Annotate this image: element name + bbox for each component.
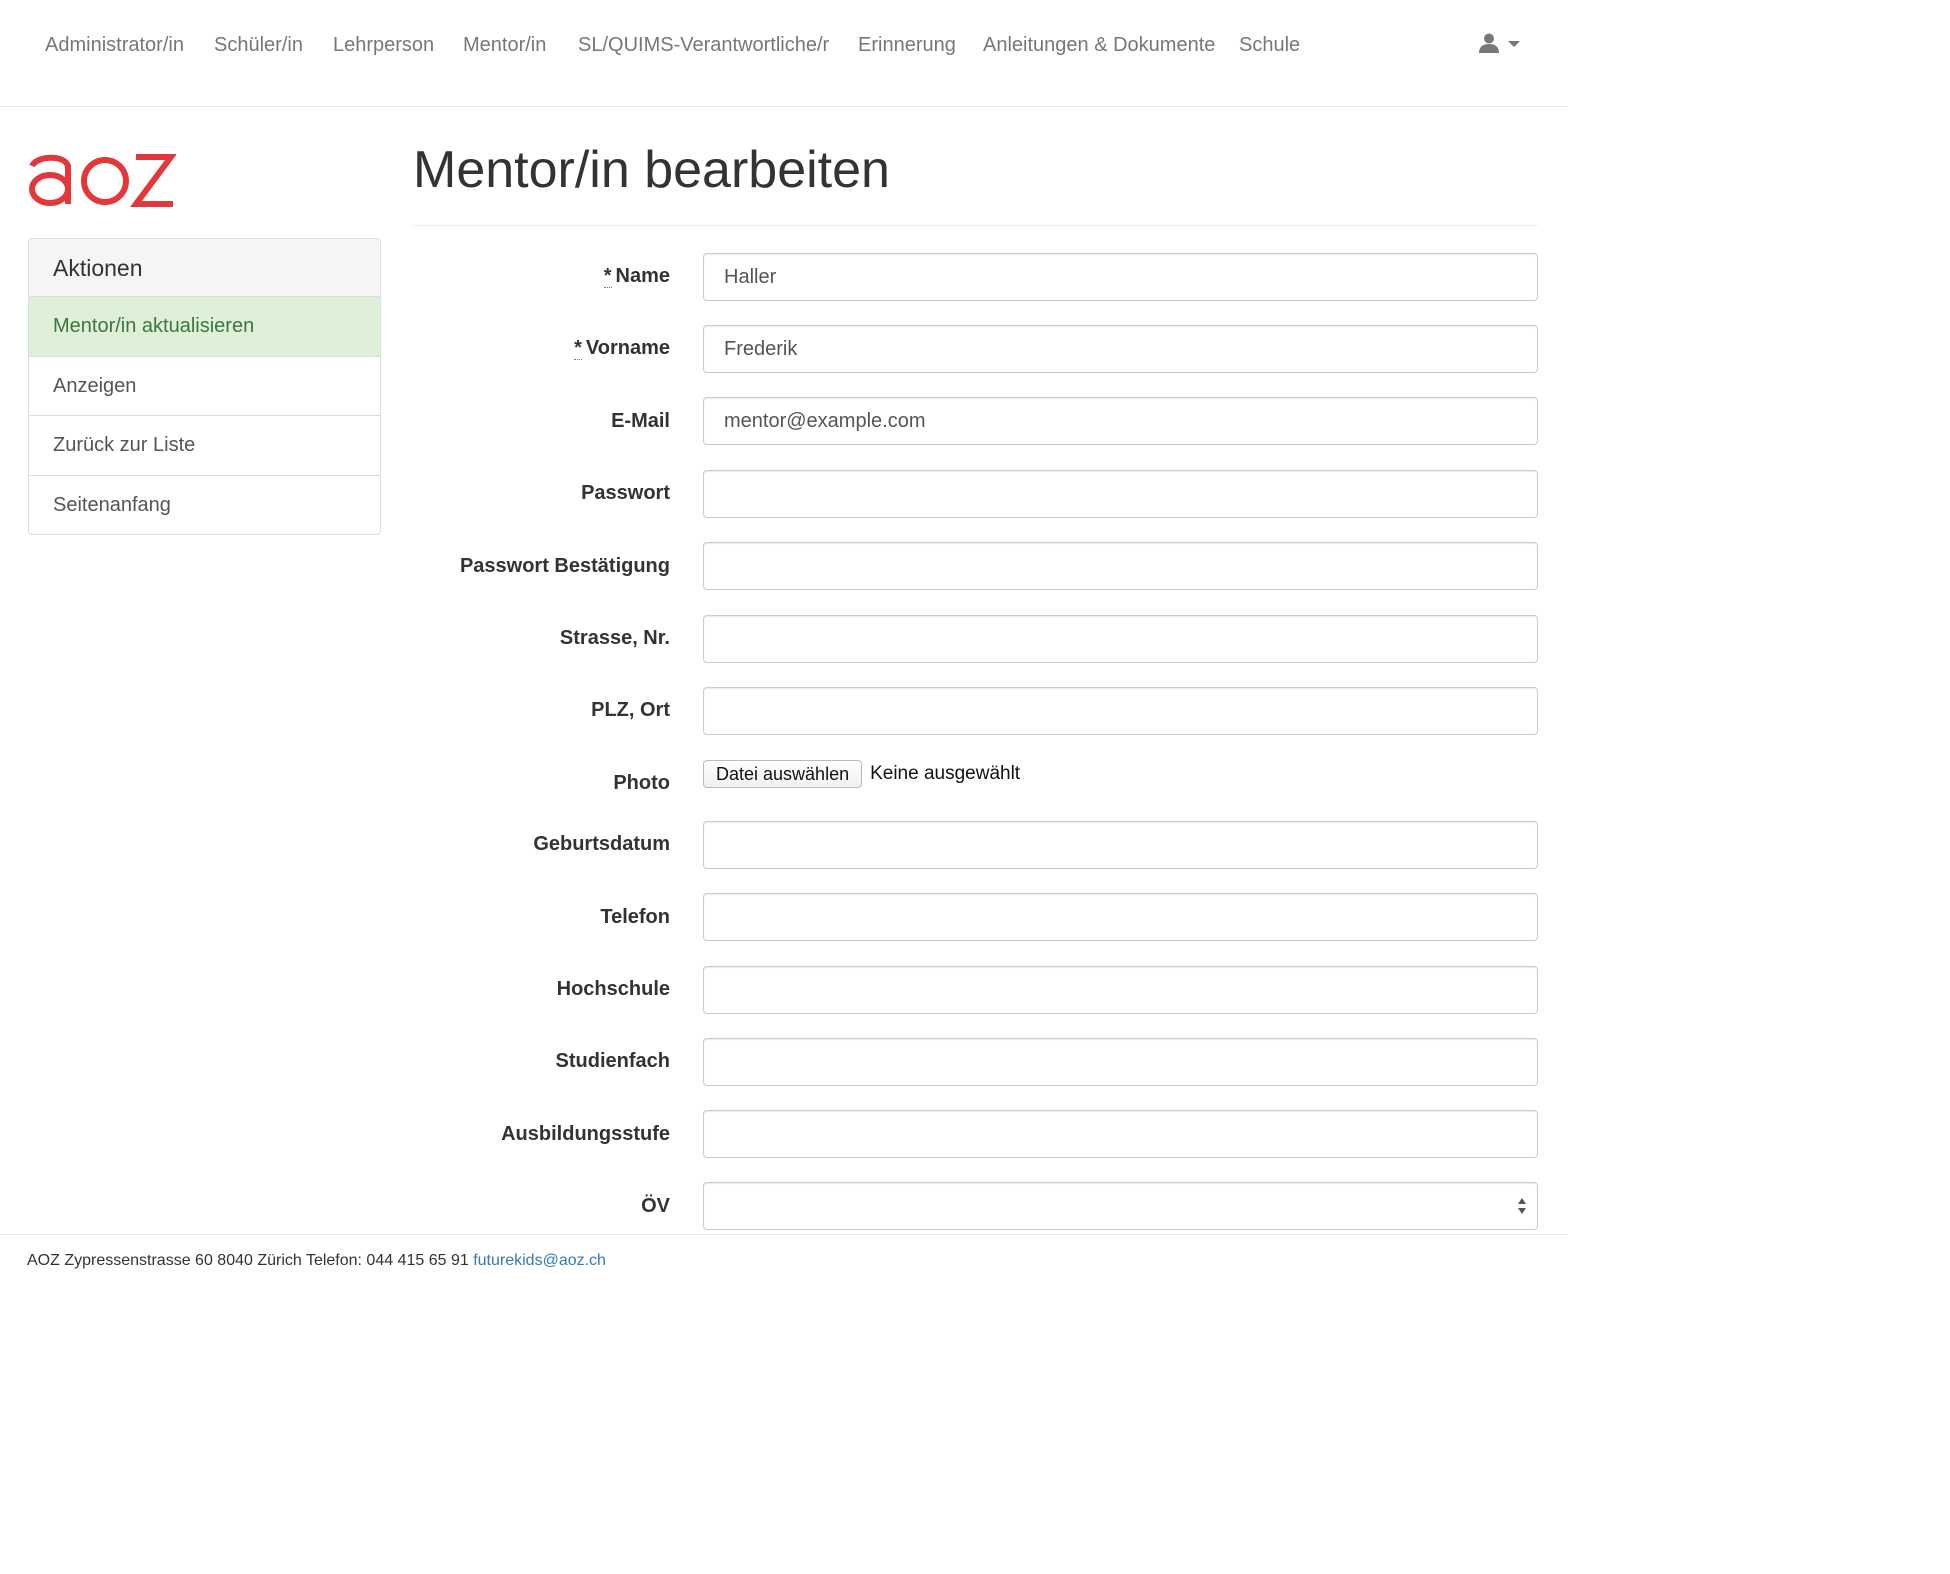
required-marker: * bbox=[574, 337, 582, 360]
photo-label: Photo bbox=[613, 772, 670, 794]
user-menu-dropdown[interactable] bbox=[1478, 32, 1520, 54]
public-transport-select[interactable] bbox=[703, 1182, 1538, 1230]
title-divider bbox=[413, 225, 1538, 226]
street-label: Strasse, Nr. bbox=[559, 627, 670, 649]
user-icon bbox=[1479, 33, 1499, 53]
phone-label: Telefon bbox=[600, 906, 670, 928]
actions-panel-heading: Aktionen bbox=[29, 239, 380, 297]
email-label: E-Mail bbox=[611, 410, 670, 432]
birthdate-field[interactable] bbox=[703, 821, 1538, 869]
nav-item-anleitungen[interactable]: Anleitungen & Dokumente bbox=[983, 34, 1215, 57]
nav-item-mentor[interactable]: Mentor/in bbox=[463, 34, 546, 57]
nav-item-administrator[interactable]: Administrator/in bbox=[45, 34, 184, 57]
file-status-text: Keine ausgewählt bbox=[870, 763, 1021, 784]
street-field[interactable] bbox=[703, 615, 1538, 663]
aoz-logo bbox=[29, 154, 176, 207]
public-transport-label: ÖV bbox=[641, 1195, 670, 1217]
page-title: Mentor/in bearbeiten bbox=[413, 141, 890, 199]
name-label: * Name bbox=[603, 265, 670, 288]
page-footer: AOZ Zypressenstrasse 60 8040 Zürich Tele… bbox=[0, 1234, 1568, 1280]
vorname-label: * Vorname bbox=[574, 337, 670, 360]
university-field[interactable] bbox=[703, 966, 1538, 1014]
nav-item-lehrperson[interactable]: Lehrperson bbox=[333, 34, 434, 57]
password-confirmation-field[interactable] bbox=[703, 542, 1538, 590]
photo-file-input: Datei auswählen Keine ausgewählt bbox=[703, 760, 1020, 788]
zip-city-field[interactable] bbox=[703, 687, 1538, 735]
chevron-down-icon bbox=[1508, 41, 1520, 47]
nav-item-schule[interactable]: Schule bbox=[1239, 34, 1300, 57]
nav-item-erinnerung[interactable]: Erinnerung bbox=[858, 34, 956, 57]
nav-item-sl-quims[interactable]: SL/QUIMS-Verantwortliche/r bbox=[578, 34, 829, 57]
phone-field[interactable] bbox=[703, 893, 1538, 941]
footer-email-link[interactable]: futurekids@aoz.ch bbox=[473, 1252, 606, 1269]
action-back-to-list[interactable]: Zurück zur Liste bbox=[29, 416, 380, 476]
action-update-mentor[interactable]: Mentor/in aktualisieren bbox=[29, 297, 380, 357]
vorname-field[interactable] bbox=[703, 325, 1538, 373]
study-subject-field[interactable] bbox=[703, 1038, 1538, 1086]
email-field[interactable] bbox=[703, 397, 1538, 445]
select-arrows-icon bbox=[1518, 1198, 1526, 1214]
university-label: Hochschule bbox=[556, 978, 670, 1000]
nav-item-schueler[interactable]: Schüler/in bbox=[214, 34, 303, 57]
education-level-field[interactable] bbox=[703, 1110, 1538, 1158]
password-label: Passwort bbox=[581, 482, 670, 504]
birthdate-label: Geburtsdatum bbox=[533, 833, 670, 855]
password-field[interactable] bbox=[703, 470, 1538, 518]
choose-file-button[interactable]: Datei auswählen bbox=[703, 760, 863, 788]
zip-city-label: PLZ, Ort bbox=[591, 699, 670, 721]
password-confirmation-label: Passwort Bestätigung bbox=[459, 555, 670, 577]
study-subject-label: Studienfach bbox=[555, 1050, 670, 1072]
top-navbar: Administrator/in Schüler/in Lehrperson M… bbox=[0, 0, 1568, 107]
name-field[interactable] bbox=[703, 253, 1538, 301]
footer-contact-text: AOZ Zypressenstrasse 60 8040 Zürich Tele… bbox=[27, 1252, 469, 1269]
education-level-label: Ausbildungsstufe bbox=[501, 1123, 670, 1145]
footer-address: AOZ Zypressenstrasse 60 8040 Zürich Tele… bbox=[27, 1252, 606, 1270]
actions-panel: Aktionen Mentor/in aktualisieren Anzeige… bbox=[28, 238, 381, 535]
required-marker: * bbox=[603, 265, 612, 288]
action-page-top[interactable]: Seitenanfang bbox=[29, 476, 380, 535]
action-show[interactable]: Anzeigen bbox=[29, 357, 380, 416]
